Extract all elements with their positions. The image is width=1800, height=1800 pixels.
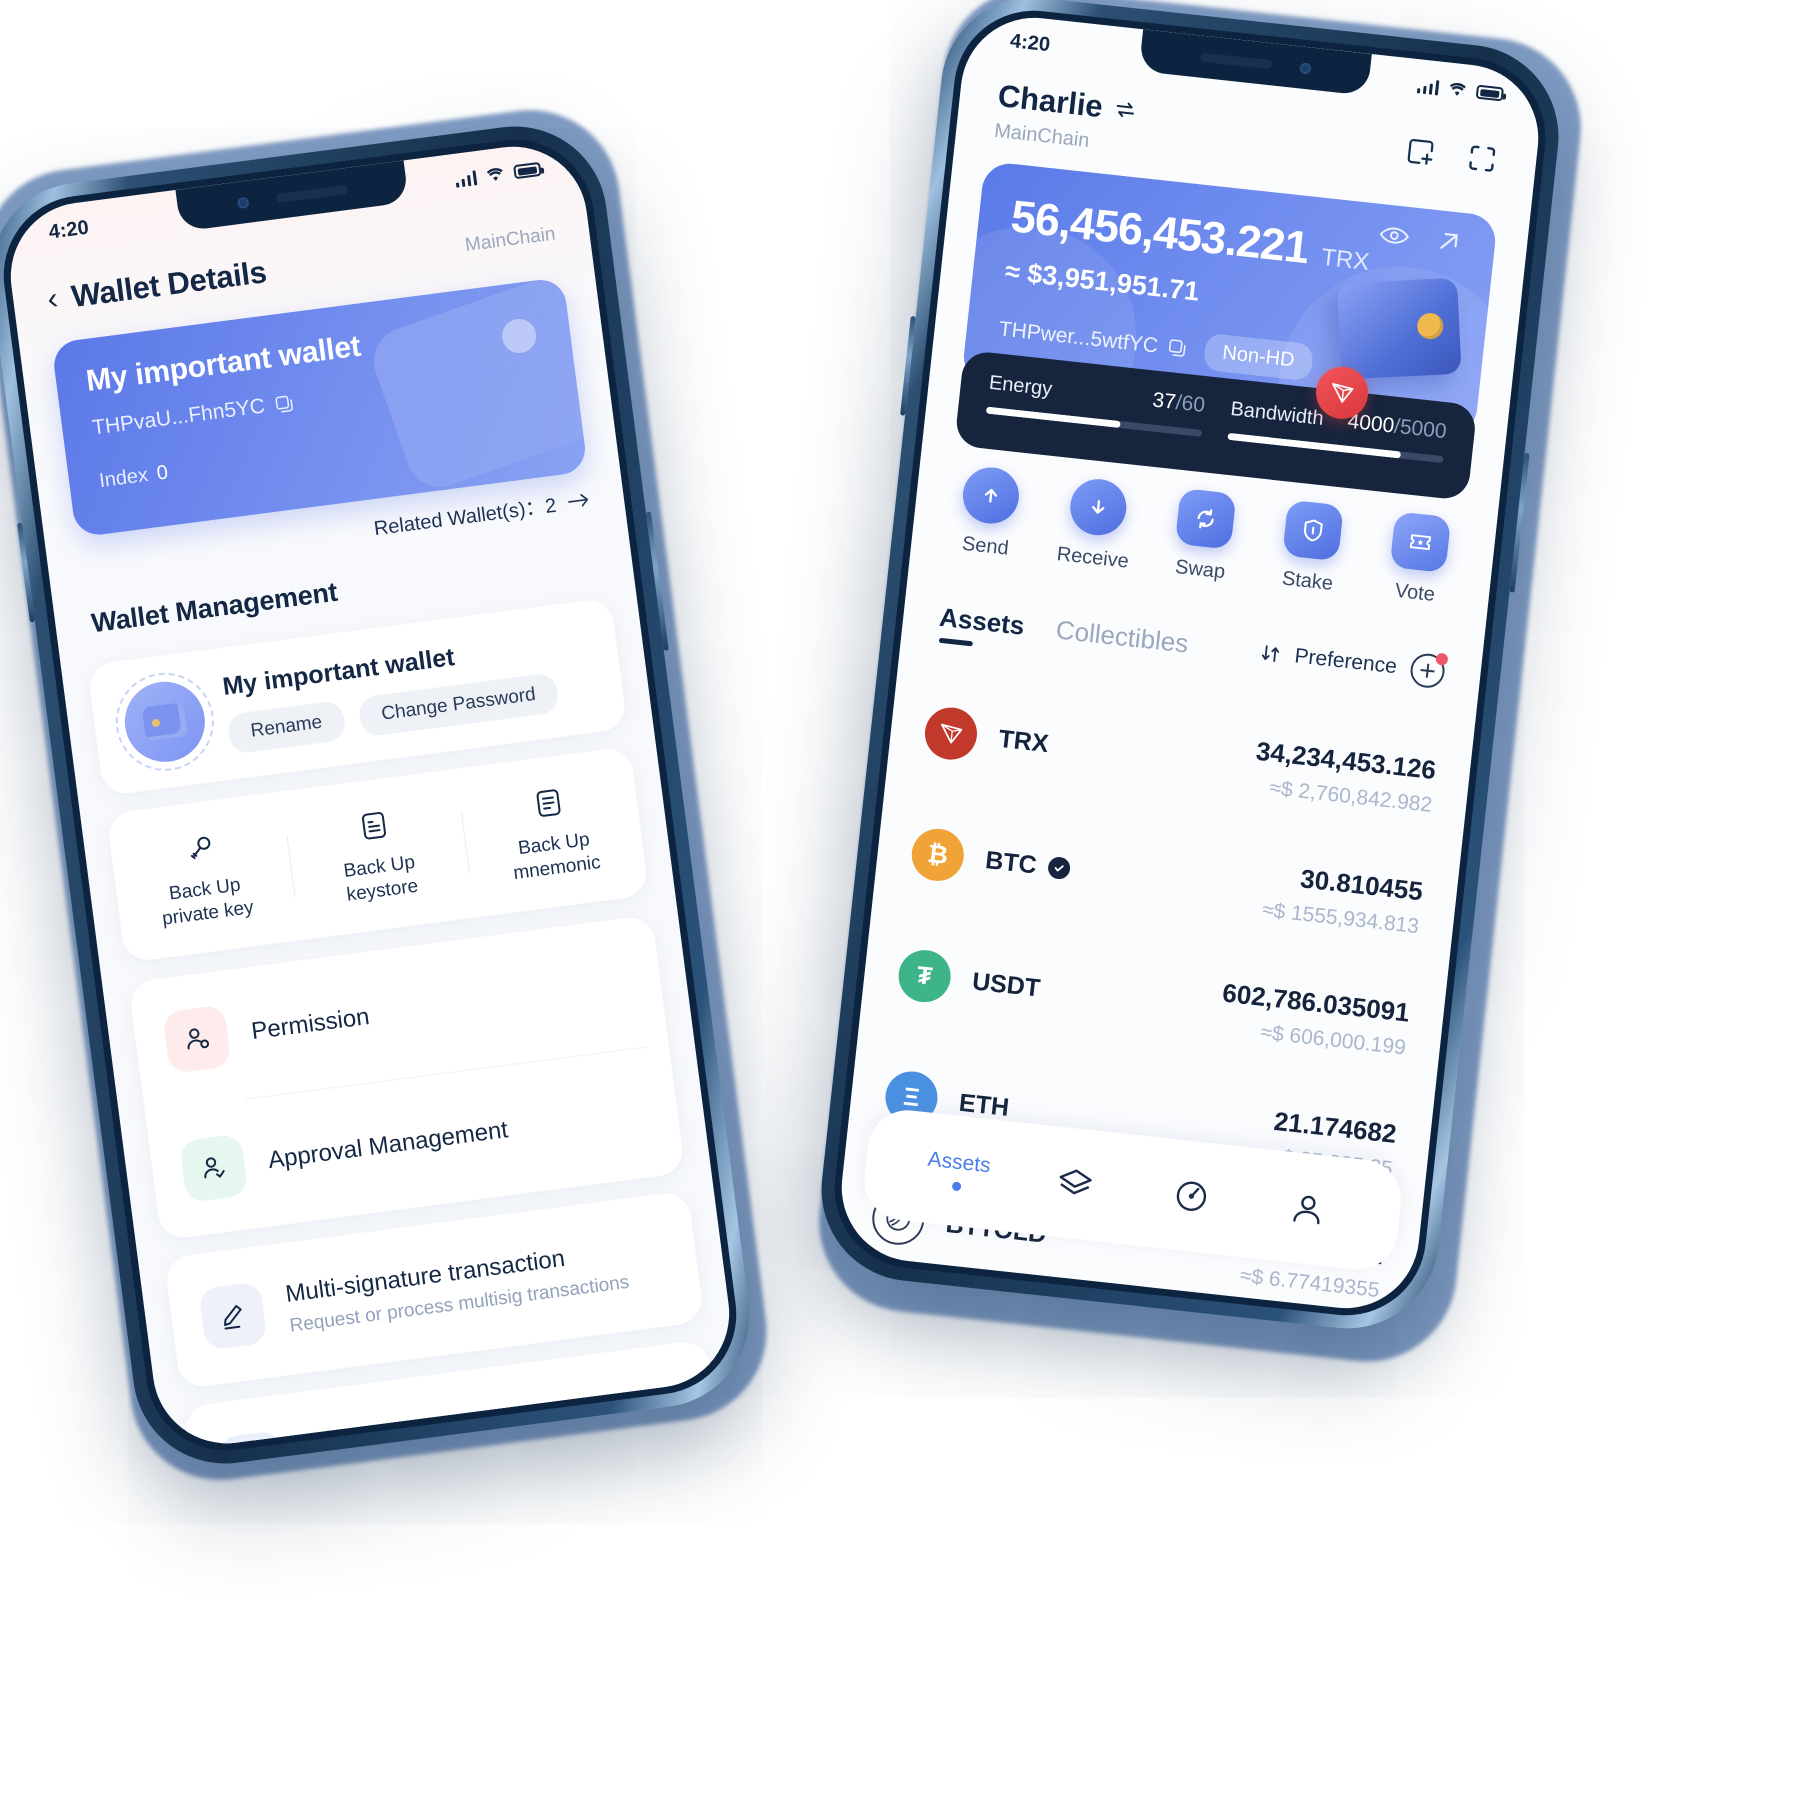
signal-icon: [1416, 78, 1440, 95]
switch-account-icon[interactable]: [1113, 99, 1137, 121]
shield-icon: [1282, 499, 1344, 562]
speaker-grille: [275, 184, 348, 203]
status-time-right: 4:20: [1008, 29, 1052, 56]
preference-control[interactable]: Preference: [1258, 636, 1449, 700]
asset-symbol-usdt: USDT: [970, 966, 1042, 1003]
verified-badge-icon: [1047, 855, 1072, 881]
front-camera-icon: [1298, 61, 1312, 74]
add-box-icon[interactable]: [1403, 134, 1438, 169]
add-token-icon[interactable]: [1408, 651, 1449, 690]
front-camera-icon: [236, 196, 249, 209]
nav-item-assets[interactable]: Assets: [898, 1145, 1019, 1197]
action-label-send: Send: [961, 532, 1010, 560]
nav-item-layers[interactable]: [1015, 1159, 1135, 1207]
backup-mnemonic-button[interactable]: Back Up mnemonic: [459, 772, 646, 891]
action-label-receive: Receive: [1055, 543, 1130, 573]
trx-token-icon: [922, 704, 980, 763]
related-wallets-label: Related Wallet(s)：2: [372, 494, 558, 541]
asset-symbol-btc: BTC: [984, 845, 1039, 880]
wallet-3d-icon: [1337, 277, 1462, 380]
pencil-icon: [198, 1281, 268, 1351]
mnemonic-file-icon: [465, 773, 633, 834]
layers-icon: [1059, 1169, 1092, 1195]
bandwidth-total: 5000: [1398, 415, 1448, 444]
volume-button-left[interactable]: [17, 522, 35, 623]
asset-amount-eth: 21.174682: [1272, 1105, 1399, 1149]
action-vote[interactable]: Vote: [1360, 509, 1477, 611]
rename-button[interactable]: Rename: [226, 699, 347, 755]
key-icon: [116, 818, 284, 879]
scan-qr-icon[interactable]: [1465, 141, 1500, 176]
speaker-grille: [1199, 52, 1273, 69]
wallet-address: THPvaU...Fhn5YC: [90, 394, 267, 440]
action-label-stake: Stake: [1280, 567, 1335, 595]
approval-user-check-icon: [179, 1133, 249, 1203]
wallet-index-value: 0: [155, 461, 170, 485]
volume-button-right[interactable]: [900, 315, 916, 416]
backup-private-key-button[interactable]: Back Up private key: [110, 817, 297, 936]
arrow-up-right-icon[interactable]: [1436, 228, 1462, 254]
battery-icon: [513, 161, 542, 180]
link-icon: [217, 1430, 288, 1453]
action-send[interactable]: Send: [930, 462, 1047, 564]
account-name: Charlie: [996, 78, 1105, 125]
tab-assets[interactable]: Assets: [937, 601, 1026, 653]
nav-item-profile[interactable]: [1247, 1184, 1367, 1234]
action-swap[interactable]: Swap: [1145, 485, 1262, 587]
menu-label-permission: Permission: [249, 1003, 371, 1046]
arrow-up-icon: [960, 464, 1022, 527]
right-screen: 4:20 Charlie MainChain 56,456,453.221 TR…: [834, 10, 1546, 1316]
avatar: [109, 666, 220, 777]
action-receive[interactable]: Receive: [1038, 474, 1155, 576]
back-button[interactable]: ‹: [45, 280, 60, 316]
action-label-swap: Swap: [1174, 555, 1227, 584]
permission-panel: Permission Approval Management: [128, 914, 686, 1241]
arrow-down-icon: [1067, 476, 1130, 539]
nav-item-explore[interactable]: [1131, 1171, 1251, 1221]
action-label-vote: Vote: [1393, 579, 1436, 606]
battery-icon: [1475, 84, 1504, 102]
menu-label-approval-management: Approval Management: [266, 1116, 510, 1175]
energy-total: 60: [1180, 391, 1207, 418]
resource-energy: Energy 37/60: [985, 371, 1207, 437]
copy-icon[interactable]: [274, 393, 295, 414]
ticket-icon: [1389, 511, 1452, 574]
btc-token-icon: ₿: [909, 826, 967, 884]
screenshot-root: 4:20 ‹ Wallet Details MainChain My impor…: [0, 0, 1800, 1800]
nav-active-dot: [951, 1181, 962, 1192]
preference-label: Preference: [1293, 644, 1399, 679]
change-password-button[interactable]: Change Password: [357, 672, 560, 738]
resource-label-bandwidth: Bandwidth: [1229, 397, 1325, 430]
resource-label-energy: Energy: [987, 371, 1054, 401]
keystore-file-icon: [290, 796, 458, 857]
status-time-left: 4:20: [47, 216, 90, 244]
profile-icon: [1292, 1195, 1319, 1225]
section-title-wallet-management: Wallet Management: [89, 576, 340, 639]
nav-label-assets: Assets: [926, 1147, 992, 1178]
usdt-token-icon: ₮: [895, 947, 954, 1005]
wallet-icon: [141, 702, 188, 742]
chain-label: MainChain: [463, 223, 557, 257]
eye-icon[interactable]: [1378, 224, 1410, 247]
backup-keystore-button[interactable]: Back Up keystore: [284, 795, 471, 914]
tab-collectibles[interactable]: Collectibles: [1053, 614, 1190, 671]
wifi-icon: [486, 167, 503, 181]
copy-icon[interactable]: [1167, 338, 1188, 359]
signal-icon: [454, 169, 478, 188]
card-decoration: [364, 276, 589, 497]
energy-used: 37: [1151, 388, 1178, 414]
swap-icon: [1174, 487, 1237, 550]
action-stake[interactable]: Stake: [1253, 497, 1370, 599]
sort-icon[interactable]: [1260, 643, 1282, 665]
wifi-icon: [1449, 82, 1466, 96]
arrow-right-icon: [568, 493, 588, 507]
asset-symbol-trx: TRX: [997, 724, 1050, 758]
wallet-index-label: Index: [97, 464, 150, 493]
page-title: Wallet Details: [69, 254, 269, 315]
permission-user-icon: [162, 1004, 232, 1075]
sunold-token-icon: [856, 1311, 914, 1316]
explore-icon: [1176, 1181, 1206, 1211]
